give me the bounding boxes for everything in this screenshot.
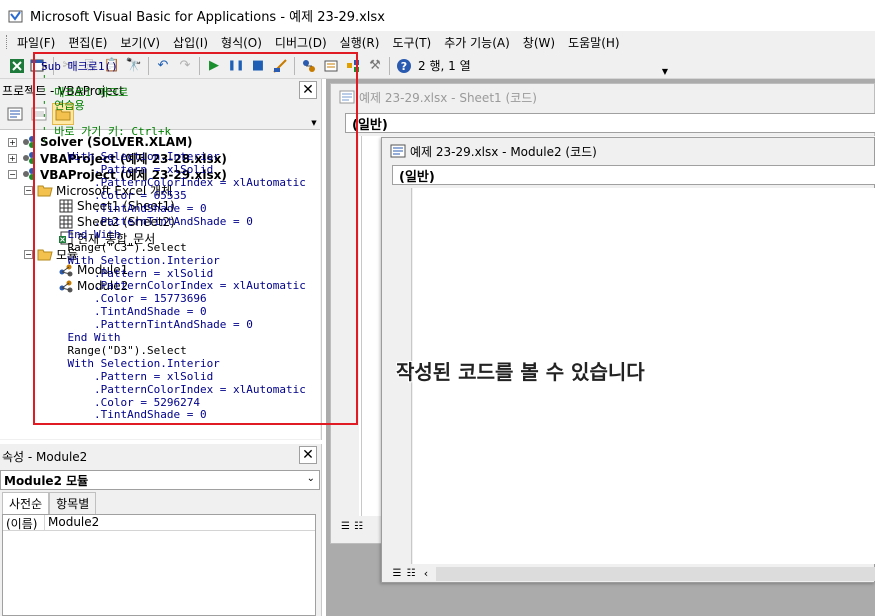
menu-file[interactable]: 파일(F)	[17, 34, 55, 51]
menu-run[interactable]: 실행(R)	[340, 34, 380, 51]
code-line[interactable]: .TintAndShade = 0	[41, 409, 356, 422]
scroll-track[interactable]	[436, 566, 875, 581]
properties-grid: (이름) Module2	[2, 514, 316, 616]
object-selector[interactable]: Module2 모듈 ⌄	[0, 470, 320, 490]
code-line[interactable]: ' 바로 가기 키: Ctrl+k	[41, 125, 356, 139]
highlighted-code-block[interactable]: Sub 매크로1() ' ' 매크로1 매크로 ' 연습용 ' ' 바로 가기 키: Ct…	[33, 52, 358, 425]
code-line[interactable]: .PatternColorIndex = xlAutomatic	[41, 383, 356, 397]
sheet1-window-title: 예제 23-29.xlsx - Sheet1 (코드)	[359, 90, 537, 105]
full-module-view-icon[interactable]: ☷	[404, 567, 418, 581]
menu-addins[interactable]: 추가 기능(A)	[444, 34, 510, 51]
property-row[interactable]: (이름) Module2	[3, 515, 315, 531]
tab-categorized[interactable]: 항목별	[49, 492, 97, 514]
scroll-left-icon[interactable]: ‹	[418, 567, 434, 580]
code-line[interactable]: ' 매크로1 매크로	[41, 86, 356, 100]
code-line[interactable]: With Selection.Interior	[41, 254, 356, 268]
title-bar: Microsoft Visual Basic for Applications …	[0, 0, 875, 31]
expand-icon[interactable]: +	[8, 137, 17, 147]
menu-edit[interactable]: 편집(E)	[68, 34, 107, 51]
horizontal-scrollbar[interactable]: ☰ ☷ ‹	[390, 565, 875, 582]
caption-overlay: 작성된 코드를 볼 수 있습니다	[396, 360, 645, 384]
sheet1-object-combo[interactable]: (일반)	[345, 113, 875, 133]
module2-object-combo[interactable]: (일반)	[392, 165, 875, 185]
code-line[interactable]: Range("D3").Select	[41, 344, 356, 358]
procedure-view-icon[interactable]: ☰	[341, 521, 350, 532]
menu-view[interactable]: 보기(V)	[120, 34, 160, 51]
help-icon[interactable]: ?	[393, 55, 415, 77]
full-module-view-icon[interactable]: ☷	[354, 521, 363, 532]
menu-format[interactable]: 형식(O)	[221, 34, 262, 51]
close-icon[interactable]: ✕	[299, 446, 317, 464]
code-line[interactable]: With Selection.Interior	[41, 357, 356, 371]
properties-title: 속성 - Module2	[2, 449, 88, 464]
combo-value: (일반)	[399, 169, 435, 185]
menu-help[interactable]: 도움말(H)	[568, 34, 620, 51]
collapse-icon[interactable]: −	[24, 249, 33, 259]
module2-window-titlebar: 예제 23-29.xlsx - Module2 (코드)	[382, 138, 874, 164]
code-line[interactable]: End With	[41, 228, 356, 242]
code-line[interactable]: Range("C3").Select	[41, 241, 356, 255]
menu-grip	[6, 35, 9, 49]
properties-tabs: 사전순 항목별	[2, 492, 97, 514]
code-line[interactable]: '	[41, 73, 356, 87]
code-line[interactable]: '	[41, 112, 356, 126]
toolbox-icon[interactable]: ⚒	[364, 55, 386, 77]
code-line[interactable]: .PatternTintAndShade = 0	[41, 215, 356, 229]
menu-insert[interactable]: 삽입(I)	[173, 34, 208, 51]
sheet1-window-titlebar: 예제 23-29.xlsx - Sheet1 (코드)	[331, 84, 874, 110]
menu-window[interactable]: 창(W)	[523, 34, 555, 51]
sheet1-view-buttons: ☰ ☷	[341, 517, 363, 535]
code-window-icon	[390, 144, 406, 158]
cursor-position: 2 행, 1 열	[418, 59, 471, 73]
margin-divider	[361, 136, 362, 516]
toolbar-separator	[389, 56, 390, 75]
tab-alphabetic[interactable]: 사전순	[2, 492, 50, 514]
object-selector-value: Module2 모듈	[4, 473, 89, 488]
menu-tools[interactable]: 도구(T)	[392, 34, 431, 51]
chevron-down-icon[interactable]: ⌄	[307, 473, 315, 484]
menu-bar: 파일(F) 편집(E) 보기(V) 삽입(I) 형식(O) 디버그(D) 실행(…	[0, 31, 875, 53]
collapse-icon[interactable]: −	[8, 169, 17, 179]
property-value[interactable]: Module2	[45, 515, 99, 530]
menu-debug[interactable]: 디버그(D)	[275, 34, 327, 51]
view-excel-icon[interactable]	[6, 55, 28, 77]
properties-header: 속성 - Module2 ✕	[0, 444, 321, 468]
vba-app-icon	[8, 10, 23, 22]
svg-text:?: ?	[401, 60, 407, 73]
procedure-view-icon[interactable]: ☰	[390, 567, 404, 581]
window-title: Microsoft Visual Basic for Applications …	[30, 10, 385, 25]
code-line[interactable]: .TintAndShade = 0	[41, 202, 356, 216]
module2-window-title: 예제 23-29.xlsx - Module2 (코드)	[410, 144, 597, 159]
toolbar-options-icon[interactable]: ▼	[659, 56, 671, 76]
properties-window: 속성 - Module2 ✕ Module2 모듈 ⌄ 사전순 항목별 (이름)…	[0, 444, 322, 616]
code-line[interactable]: End With	[41, 331, 356, 345]
collapse-icon[interactable]: −	[24, 185, 33, 195]
code-line[interactable]: .Pattern = xlSolid	[41, 370, 356, 384]
expand-icon[interactable]: +	[8, 153, 17, 163]
view-code-icon[interactable]	[4, 103, 26, 125]
code-line[interactable]: Sub 매크로1()	[41, 60, 356, 74]
code-line[interactable]: ' 연습용	[41, 99, 356, 113]
property-name: (이름)	[3, 515, 45, 531]
